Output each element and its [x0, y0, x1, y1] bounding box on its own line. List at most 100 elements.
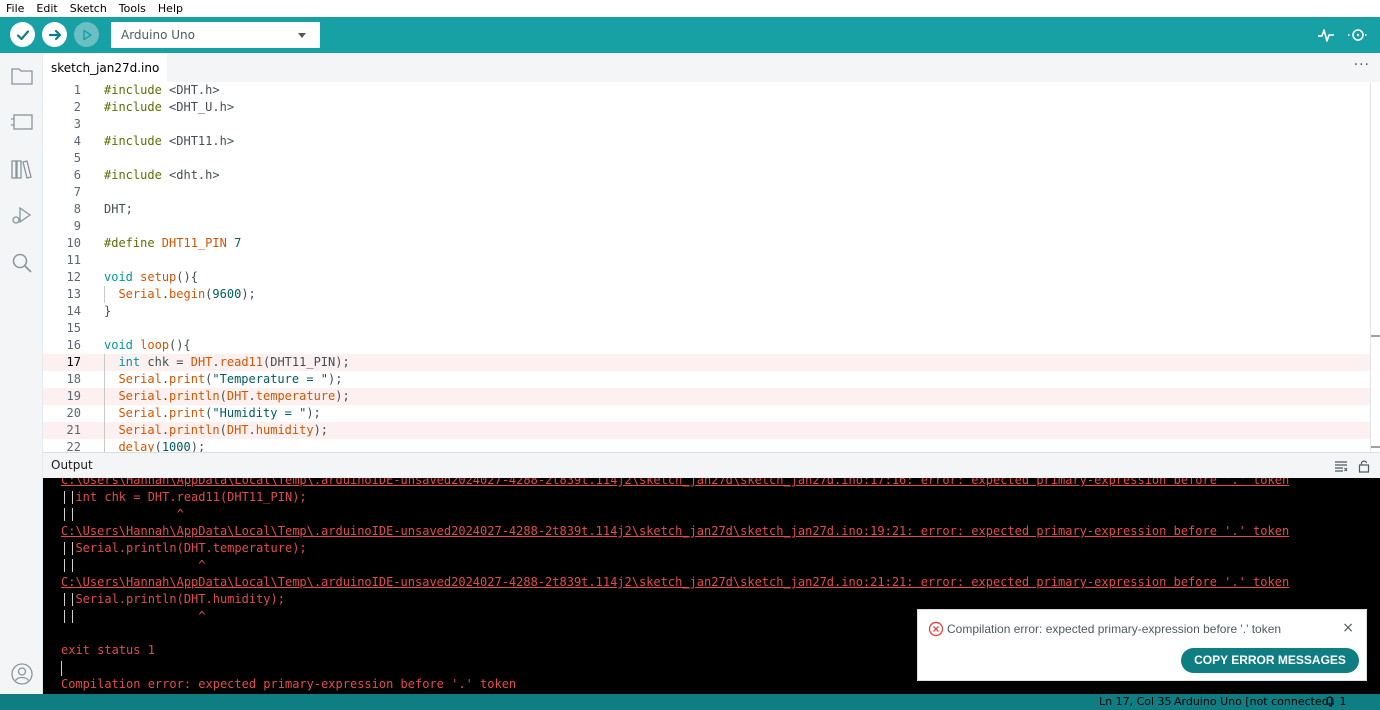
- code-line[interactable]: 13 Serial.begin(9600);: [43, 286, 1370, 303]
- code-token: Serial: [118, 287, 162, 301]
- library-manager-button[interactable]: [9, 156, 34, 181]
- code-line[interactable]: 8 DHT;: [43, 201, 1370, 218]
- code-line[interactable]: 14}: [43, 303, 1370, 320]
- code-token: Serial: [118, 423, 162, 437]
- code-line[interactable]: 6 #include <dht.h>: [43, 167, 1370, 184]
- close-icon[interactable]: ×: [1342, 620, 1354, 636]
- output-line: ^: [61, 558, 206, 572]
- serial-monitor-icon: [1348, 29, 1368, 41]
- upload-button[interactable]: [42, 22, 67, 47]
- code-line[interactable]: 20 Serial.print("Humidity = ");: [43, 405, 1370, 422]
- menu-tools[interactable]: Tools: [113, 0, 152, 17]
- code-editor[interactable]: 1 #include <DHT.h> 2 #include <DHT_U.h> 3 4 #i…: [43, 82, 1370, 452]
- scrollbar-marker: [1371, 446, 1380, 448]
- code-line[interactable]: 15: [43, 320, 1370, 337]
- clear-lines-icon: [1335, 461, 1348, 472]
- bell-icon: [1326, 696, 1334, 706]
- menu-sketch[interactable]: Sketch: [64, 0, 113, 17]
- code-line[interactable]: 17 int chk = DHT.read11(DHT11_PIN);: [43, 354, 1370, 371]
- code-line[interactable]: 12 void setup(){: [43, 269, 1370, 286]
- tab-sketch[interactable]: sketch_jan27d.ino: [43, 53, 168, 82]
- menu-bar: File Edit Sketch Tools Help: [0, 0, 1380, 17]
- code-token: );: [335, 389, 350, 403]
- code-line[interactable]: 11: [43, 252, 1370, 269]
- code-token: print: [169, 372, 206, 386]
- output-gutter-bar: [72, 491, 73, 504]
- code-text: DHT;: [104, 201, 133, 218]
- code-token: DHT: [226, 389, 249, 403]
- line-number: 1: [73, 83, 81, 97]
- code-line[interactable]: 4 #include <DHT11.h>: [43, 133, 1370, 150]
- output-gutter-bar: [64, 559, 65, 572]
- menu-edit[interactable]: Edit: [30, 0, 63, 17]
- code-line[interactable]: 16 void loop(){: [43, 337, 1370, 354]
- menu-file[interactable]: File: [0, 0, 30, 17]
- code-line[interactable]: 10 #define DHT11_PIN 7: [43, 235, 1370, 252]
- code-token: );: [313, 423, 329, 437]
- error-notification: Compilation error: expected primary-expr…: [917, 609, 1367, 681]
- verify-button[interactable]: [10, 22, 35, 47]
- line-number: 14: [66, 304, 81, 318]
- output-line[interactable]: C:\Users\Hannah\AppData\Local\Temp\.ardu…: [61, 523, 1289, 540]
- code-token: Serial: [118, 389, 162, 403]
- code-line[interactable]: 19 Serial.println(DHT.temperature);: [43, 388, 1370, 405]
- serial-monitor-button[interactable]: [1347, 25, 1369, 45]
- chevron-down-icon: [298, 33, 306, 38]
- code-line[interactable]: 22 delay(1000);: [43, 439, 1370, 452]
- debug-button[interactable]: [74, 22, 99, 47]
- board-icon: [10, 113, 33, 130]
- board-status[interactable]: Arduino Uno [not connected]: [1174, 695, 1333, 709]
- code-line[interactable]: 21 Serial.println(DHT.humidity);: [43, 422, 1370, 439]
- code-text: void setup(){: [104, 269, 198, 286]
- profile-button[interactable]: [9, 661, 34, 686]
- tab-more-button[interactable]: ···: [1354, 57, 1370, 73]
- code-line[interactable]: 2 #include <DHT_U.h>: [43, 99, 1370, 116]
- scroll-lock-button[interactable]: [1356, 458, 1372, 474]
- arduino-ide-window: File Edit Sketch Tools Help Arduino Uno: [0, 0, 1380, 710]
- code-line[interactable]: 1 #include <DHT.h>: [43, 82, 1370, 99]
- line-number: 7: [73, 185, 81, 199]
- code-line[interactable]: 7: [43, 184, 1370, 201]
- code-line[interactable]: 18 Serial.print("Temperature = ");: [43, 371, 1370, 388]
- line-number: 15: [66, 321, 81, 335]
- debug-play-icon: [82, 29, 92, 40]
- notifications-status[interactable]: 1: [1324, 695, 1347, 709]
- code-text: Serial.println(DHT.humidity);: [104, 422, 328, 439]
- code-token: }: [104, 304, 112, 318]
- code-text: #include <DHT11.h>: [104, 133, 234, 150]
- editor-scrollbar[interactable]: [1370, 82, 1380, 452]
- output-cursor: [61, 661, 62, 676]
- search-button[interactable]: [9, 250, 34, 275]
- boards-manager-button[interactable]: [9, 109, 34, 134]
- cursor-position[interactable]: Ln 17, Col 35: [1099, 695, 1172, 709]
- line-number: 20: [66, 406, 81, 420]
- code-token: #include: [104, 83, 170, 97]
- copy-error-messages-button[interactable]: COPY ERROR MESSAGES: [1181, 648, 1359, 673]
- user-avatar-icon: [10, 662, 33, 685]
- code-token: <DHT11.h>: [169, 134, 235, 148]
- output-gutter-bar: [72, 610, 73, 623]
- code-line[interactable]: 9: [43, 218, 1370, 235]
- code-line[interactable]: 3: [43, 116, 1370, 133]
- output-line[interactable]: C:\Users\Hannah\AppData\Local\Temp\.ardu…: [61, 478, 1289, 489]
- serial-plotter-button[interactable]: [1315, 25, 1337, 45]
- clear-output-button[interactable]: [1333, 458, 1349, 474]
- menu-help[interactable]: Help: [152, 0, 189, 17]
- code-token: .: [212, 355, 220, 369]
- code-token: .: [248, 423, 256, 437]
- status-bar: Ln 17, Col 35 Arduino Uno [not connected…: [0, 694, 1380, 710]
- code-token: .: [248, 389, 256, 403]
- line-number: 12: [66, 270, 81, 284]
- board-selector[interactable]: Arduino Uno: [111, 22, 320, 48]
- code-token: Serial: [118, 372, 162, 386]
- output-line[interactable]: C:\Users\Hannah\AppData\Local\Temp\.ardu…: [61, 574, 1289, 591]
- search-icon: [12, 253, 32, 273]
- sketchbook-button[interactable]: [9, 63, 34, 88]
- output-line: exit status 1: [61, 643, 155, 657]
- code-line[interactable]: 5: [43, 150, 1370, 167]
- output-gutter-bar: [64, 593, 65, 606]
- debug-sidebar-button[interactable]: [9, 203, 34, 228]
- output-line: Serial.println(DHT.humidity);: [61, 592, 285, 606]
